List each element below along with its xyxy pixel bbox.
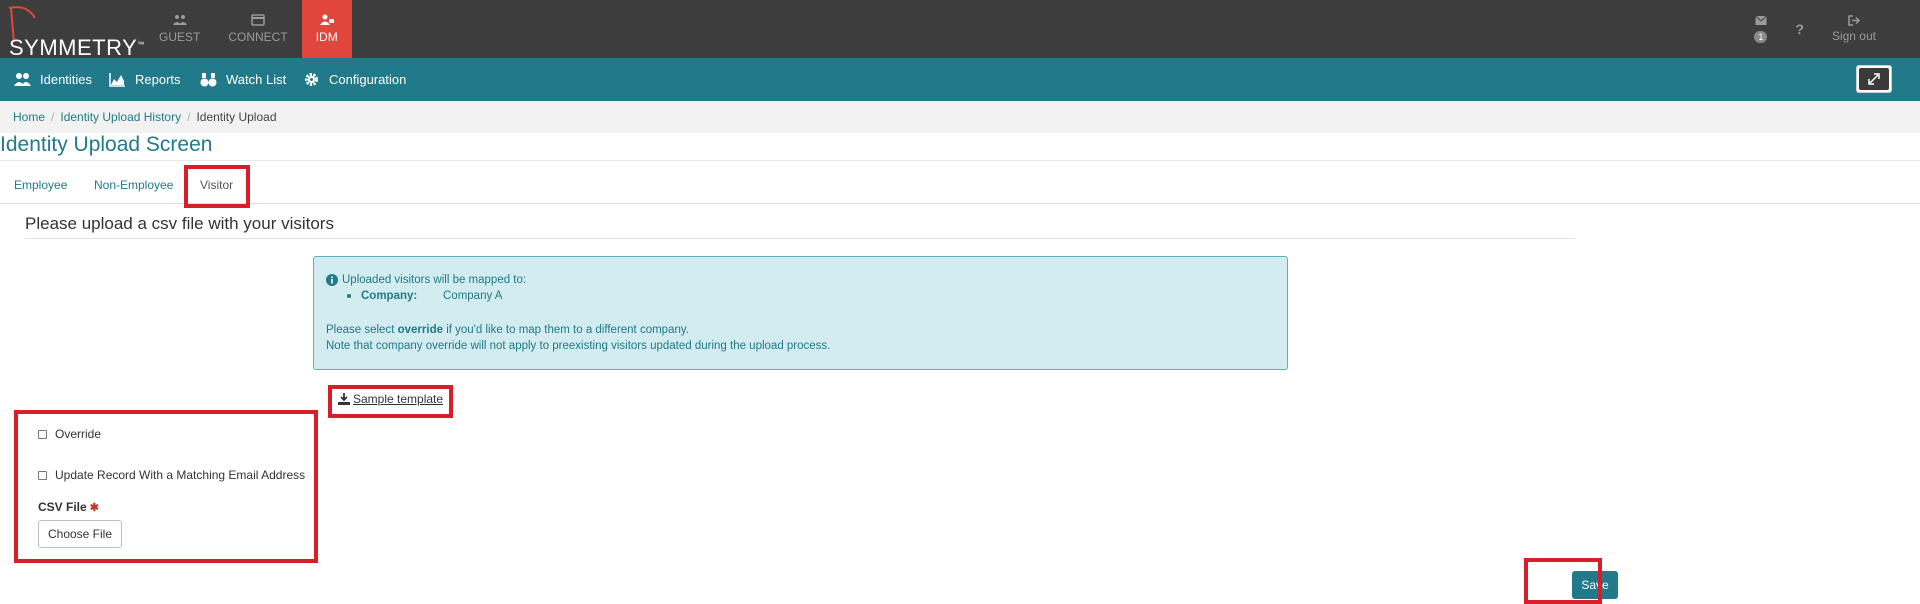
sign-out-label: Sign out	[1831, 29, 1876, 43]
help-button[interactable]: ?	[1781, 0, 1818, 58]
bullet-icon	[347, 294, 351, 298]
binoculars-icon	[200, 73, 217, 87]
company-value: Company A	[443, 290, 503, 302]
breadcrumb: Home / Identity Upload History / Identit…	[0, 101, 1920, 133]
breadcrumb-upload-history[interactable]: Identity Upload History	[60, 110, 181, 124]
card-icon	[251, 14, 265, 26]
divider	[25, 238, 1575, 239]
fullscreen-button[interactable]	[1856, 65, 1892, 93]
main-nav: Identities Reports Watch List Configurat…	[0, 58, 1920, 101]
users-icon	[172, 15, 187, 25]
info-line3: Note that company override will not appl…	[326, 340, 831, 352]
tab-employee[interactable]: Employee	[14, 166, 67, 204]
area-chart-icon	[109, 73, 125, 87]
nav-configuration[interactable]: Configuration	[303, 58, 406, 101]
envelope-icon	[1755, 15, 1767, 25]
info-heading: Uploaded visitors will be mapped to:	[326, 272, 1275, 288]
info-alert: Uploaded visitors will be mapped to: Com…	[313, 256, 1288, 370]
list-item: Company: Company A	[347, 288, 1275, 304]
mapping-list: Company: Company A	[326, 288, 1275, 304]
notifications-button[interactable]: 1	[1740, 0, 1781, 58]
users-icon	[14, 73, 31, 86]
company-label: Company:	[361, 290, 418, 302]
expand-icon	[1859, 68, 1889, 90]
nav-identities[interactable]: Identities	[14, 58, 92, 101]
breadcrumb-separator: /	[51, 110, 55, 124]
highlight-box-sample-template	[328, 385, 453, 418]
highlight-box-visitor-tab	[184, 165, 250, 208]
sign-out-icon	[1848, 15, 1860, 26]
notification-badge: 1	[1754, 31, 1768, 43]
section-title: Please upload a csv file with your visit…	[25, 214, 334, 233]
question-icon: ?	[1795, 21, 1804, 37]
product-tab-label: CONNECT	[228, 30, 288, 44]
breadcrumb-home[interactable]: Home	[13, 110, 45, 124]
nav-label: Configuration	[329, 72, 407, 87]
gear-icon	[305, 73, 318, 86]
product-tab-idm[interactable]: IDM	[301, 0, 352, 58]
product-tab-label: IDM	[315, 30, 338, 44]
nav-label: Identities	[40, 72, 93, 87]
nav-reports[interactable]: Reports	[109, 58, 181, 101]
nav-watch-list[interactable]: Watch List	[200, 58, 286, 101]
highlight-box-save	[1524, 558, 1602, 604]
user-actions: 1 ? Sign out	[1740, 0, 1890, 58]
info-line2: Please select override if you'd like to …	[326, 324, 689, 336]
product-tab-label: GUEST	[159, 30, 201, 44]
divider	[0, 160, 1920, 161]
tab-non-employee[interactable]: Non-Employee	[94, 166, 173, 204]
product-tab-guest[interactable]: GUEST	[145, 0, 214, 58]
user-id-icon	[319, 14, 334, 25]
top-bar: SYMMETRY™ GUEST CONNECT IDM 1 ? Sign out	[0, 0, 1920, 60]
info-line1-text: Uploaded visitors will be mapped to:	[342, 274, 527, 286]
breadcrumb-separator: /	[187, 110, 191, 124]
nav-label: Reports	[135, 72, 181, 87]
info-icon	[326, 274, 338, 286]
breadcrumb-current: Identity Upload	[196, 110, 277, 124]
highlight-box-form-options	[14, 410, 318, 563]
product-nav: GUEST CONNECT IDM	[145, 0, 352, 58]
symmetry-logo[interactable]: SYMMETRY™	[5, 4, 144, 60]
upload-type-tabs: Employee Non-Employee Visitor	[0, 166, 1920, 204]
page-title: Identity Upload Screen	[0, 133, 213, 156]
nav-label: Watch List	[226, 72, 287, 87]
sign-out-button[interactable]: Sign out	[1818, 0, 1890, 58]
product-tab-connect[interactable]: CONNECT	[214, 0, 301, 58]
